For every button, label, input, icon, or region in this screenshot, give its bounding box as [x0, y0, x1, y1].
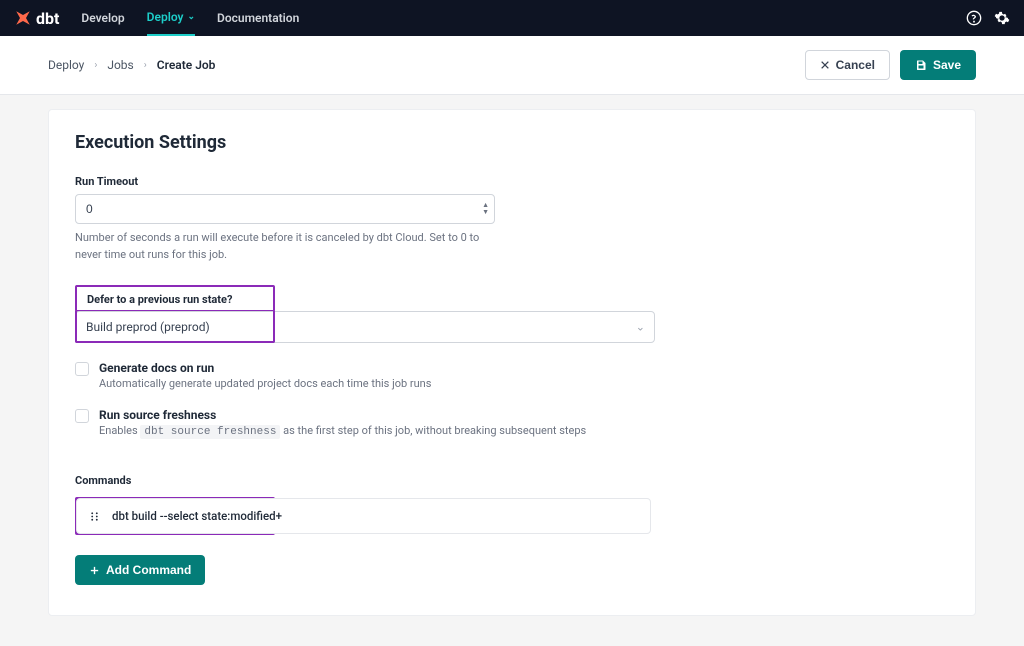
- commands-label: Commands: [75, 474, 949, 487]
- source-freshness-checkbox[interactable]: [75, 409, 89, 423]
- generate-docs-title: Generate docs on run: [99, 361, 431, 375]
- run-timeout-label: Run Timeout: [75, 175, 949, 188]
- execution-settings-card: Execution Settings Run Timeout ▲▼ Number…: [48, 109, 976, 616]
- generate-docs-desc: Automatically generate updated project d…: [99, 377, 431, 390]
- top-nav-left: dbt Develop Deploy⌄ Documentation: [14, 0, 299, 36]
- source-freshness-title: Run source freshness: [99, 408, 586, 422]
- logo-text: dbt: [36, 9, 59, 28]
- save-icon: [915, 59, 927, 71]
- defer-field: Defer to a previous run state? Build pre…: [75, 285, 949, 343]
- number-stepper[interactable]: ▲▼: [482, 202, 489, 216]
- nav-develop[interactable]: Develop: [81, 0, 124, 36]
- code-inline: dbt source freshness: [140, 425, 280, 439]
- drag-handle-icon[interactable]: [89, 511, 100, 522]
- dbt-logo-icon: [14, 9, 32, 27]
- breadcrumb: Deploy › Jobs › Create Job: [48, 58, 215, 72]
- breadcrumb-item[interactable]: Deploy: [48, 58, 84, 72]
- help-icon[interactable]: [966, 10, 982, 26]
- chevron-right-icon: ›: [144, 60, 147, 71]
- chevron-down-icon: ⌄: [636, 321, 645, 334]
- command-highlight: dbt build --select state:modified+: [75, 497, 275, 535]
- breadcrumb-item[interactable]: Jobs: [107, 58, 133, 72]
- subbar-actions: Cancel Save: [805, 50, 976, 80]
- save-button[interactable]: Save: [900, 50, 976, 80]
- nav-documentation[interactable]: Documentation: [217, 0, 299, 36]
- top-nav: dbt Develop Deploy⌄ Documentation: [0, 0, 1024, 36]
- close-icon: [820, 60, 830, 70]
- top-nav-right: [966, 10, 1010, 26]
- defer-label: Defer to a previous run state?: [87, 293, 263, 310]
- logo[interactable]: dbt: [14, 9, 59, 28]
- chevron-down-icon: ⌄: [187, 12, 195, 22]
- add-command-button[interactable]: Add Command: [75, 555, 205, 585]
- gear-icon[interactable]: [994, 10, 1010, 26]
- run-timeout-field: Run Timeout ▲▼ Number of seconds a run w…: [75, 175, 949, 263]
- generate-docs-checkbox[interactable]: [75, 362, 89, 376]
- run-timeout-help: Number of seconds a run will execute bef…: [75, 230, 495, 263]
- breadcrumb-current: Create Job: [157, 58, 216, 72]
- source-freshness-desc: Enables dbt source freshness as the firs…: [99, 424, 586, 438]
- section-title: Execution Settings: [75, 132, 949, 153]
- generate-docs-row: Generate docs on run Automatically gener…: [75, 361, 949, 390]
- cancel-button[interactable]: Cancel: [805, 50, 890, 80]
- source-freshness-row: Run source freshness Enables dbt source …: [75, 408, 949, 438]
- subbar: Deploy › Jobs › Create Job Cancel Save: [0, 36, 1024, 95]
- nav-deploy[interactable]: Deploy⌄: [147, 0, 195, 36]
- commands-block: Commands dbt build --select state:modifi…: [75, 474, 949, 585]
- run-timeout-input[interactable]: [75, 194, 495, 224]
- nav-items: Develop Deploy⌄ Documentation: [81, 0, 299, 36]
- command-text: dbt build --select state:modified+: [112, 509, 282, 523]
- plus-icon: [89, 565, 100, 576]
- chevron-right-icon: ›: [94, 60, 97, 71]
- defer-highlight: Defer to a previous run state?: [75, 285, 275, 312]
- main: Execution Settings Run Timeout ▲▼ Number…: [0, 95, 1024, 646]
- defer-select[interactable]: Build preprod (preprod): [75, 311, 655, 343]
